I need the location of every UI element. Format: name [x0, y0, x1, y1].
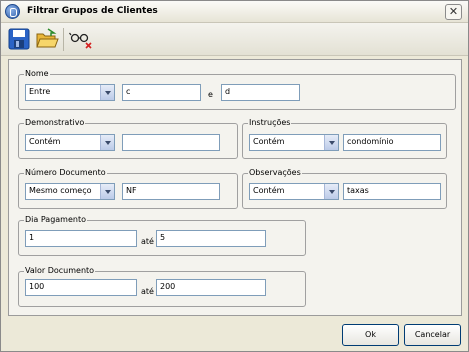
filter-panel: Nome Entre c e d Demonstrativo Contém In… [8, 59, 462, 316]
group-label-instrucoes: Instruções [248, 118, 292, 128]
ok-button[interactable]: Ok [342, 324, 399, 346]
group-valor-documento: Valor Documento 100 até 200 [18, 266, 306, 307]
nome-operator-select[interactable]: Entre [25, 84, 115, 101]
instrucoes-operator-select[interactable]: Contém [249, 134, 339, 151]
group-numero-documento: Número Documento Mesmo começo NF [18, 168, 238, 209]
observacoes-operator-select[interactable]: Contém [249, 183, 339, 200]
group-label-observacoes: Observações [248, 168, 302, 178]
chevron-down-icon[interactable] [324, 184, 338, 199]
group-observacoes: Observações Contém taxas [242, 168, 447, 209]
clear-filter-button[interactable] [68, 26, 94, 52]
chevron-down-icon[interactable] [100, 85, 114, 100]
close-button[interactable]: ✕ [445, 4, 462, 20]
dia-pagamento-to-input[interactable]: 5 [156, 230, 266, 247]
app-logo-icon [5, 4, 20, 19]
dia-pagamento-connector-label: até [141, 237, 154, 246]
chevron-down-icon[interactable] [100, 135, 114, 150]
cancel-button[interactable]: Cancelar [404, 324, 461, 346]
toolbar [1, 23, 468, 56]
chevron-down-icon[interactable] [324, 135, 338, 150]
observacoes-operator-value: Contém [253, 186, 285, 195]
toolbar-separator [63, 28, 64, 51]
save-button[interactable] [6, 26, 32, 52]
group-demonstrativo: Demonstrativo Contém [18, 118, 238, 159]
clear-filter-icon [69, 32, 92, 49]
nome-to-input[interactable]: d [221, 84, 300, 101]
demonstrativo-operator-select[interactable]: Contém [25, 134, 115, 151]
open-button[interactable] [34, 26, 60, 52]
save-icon [8, 28, 30, 50]
open-folder-icon [36, 28, 59, 48]
group-label-demonstrativo: Demonstrativo [24, 118, 86, 128]
window-title: Filtrar Grupos de Clientes [27, 6, 158, 16]
instrucoes-operator-value: Contém [253, 137, 285, 146]
group-dia-pagamento: Dia Pagamento 1 até 5 [18, 215, 306, 256]
group-label-dia-pagamento: Dia Pagamento [24, 215, 87, 225]
valor-documento-connector-label: até [141, 287, 154, 296]
nome-operator-value: Entre [29, 87, 51, 96]
group-nome: Nome Entre c e d [18, 69, 456, 110]
nome-from-input[interactable]: c [122, 84, 201, 101]
filter-dialog: Filtrar Grupos de Clientes ✕ Nome Entre … [0, 0, 469, 352]
group-instrucoes: Instruções Contém condomínio [242, 118, 447, 159]
title-bar: Filtrar Grupos de Clientes ✕ [1, 1, 468, 23]
group-label-nome: Nome [24, 69, 50, 79]
demonstrativo-input[interactable] [122, 134, 220, 151]
observacoes-input[interactable]: taxas [343, 183, 441, 200]
instrucoes-input[interactable]: condomínio [343, 134, 441, 151]
valor-documento-from-input[interactable]: 100 [25, 279, 137, 296]
group-label-numero-documento: Número Documento [24, 168, 107, 178]
nome-connector-label: e [208, 90, 213, 99]
dia-pagamento-from-input[interactable]: 1 [25, 230, 137, 247]
group-label-valor-documento: Valor Documento [24, 266, 96, 276]
chevron-down-icon[interactable] [100, 184, 114, 199]
numero-documento-input[interactable]: NF [122, 183, 220, 200]
valor-documento-to-input[interactable]: 200 [156, 279, 266, 296]
demonstrativo-operator-value: Contém [29, 137, 61, 146]
numero-documento-operator-value: Mesmo começo [29, 186, 92, 195]
numero-documento-operator-select[interactable]: Mesmo começo [25, 183, 115, 200]
close-icon: ✕ [448, 5, 459, 18]
